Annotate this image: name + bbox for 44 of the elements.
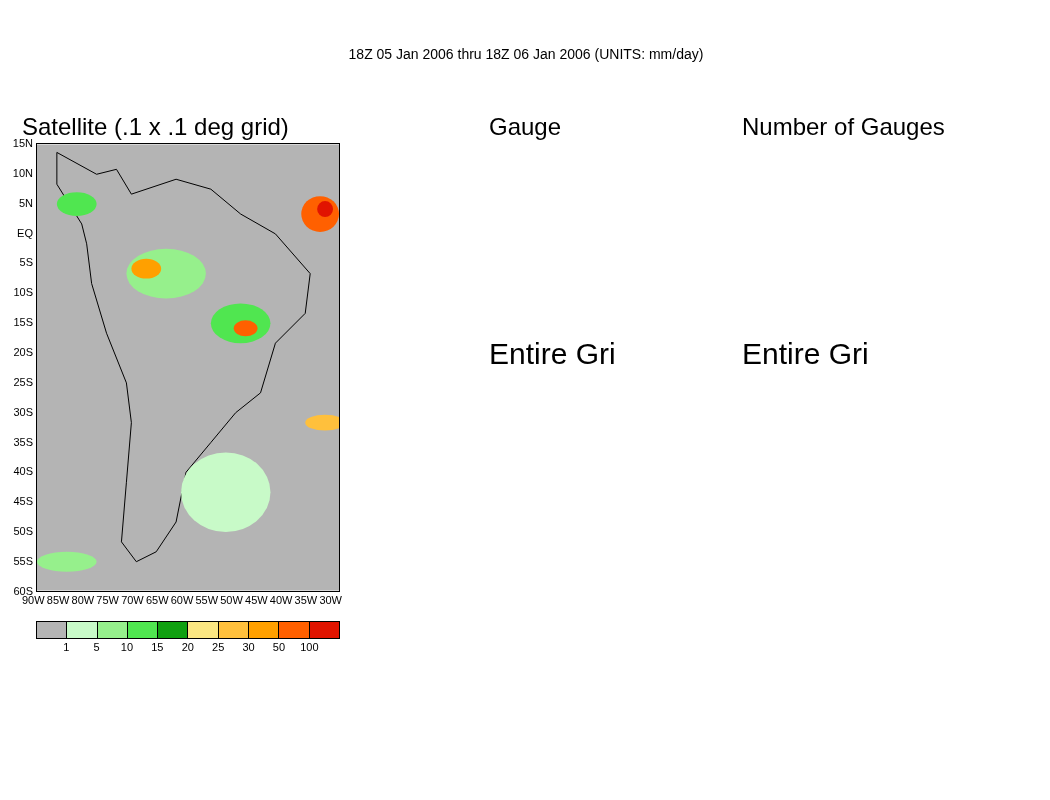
longitude-label: 50W	[220, 594, 243, 606]
longitude-label: 40W	[269, 594, 293, 606]
longitude-label: 35W	[294, 594, 318, 606]
longitude-label: 55W	[195, 594, 219, 606]
longitude-label: 85W	[46, 594, 70, 606]
panel-title: Gauge	[489, 115, 563, 139]
latitude-label: 40S	[13, 465, 33, 478]
latitude-label: 45S	[13, 495, 33, 508]
latitude-label: 15S	[13, 316, 33, 329]
latitude-label: 35S	[13, 435, 33, 448]
longitude-label: 70W	[121, 594, 144, 606]
longitude-label: 90W	[22, 594, 45, 606]
longitude-label: 60W	[170, 594, 194, 606]
panel-title: Satellite (.1 x .1 deg grid)	[22, 115, 290, 139]
longitude-label: 80W	[71, 594, 95, 606]
latitude-label: 15N	[12, 137, 33, 149]
panel-message: Entire Gri	[489, 339, 617, 369]
legend-label: 50	[271, 641, 287, 653]
legend-label: 10	[119, 641, 135, 653]
latitude-label: 20S	[13, 346, 33, 358]
panel-message: Entire Gri	[742, 339, 870, 369]
plot-title: 18Z 05 Jan 2006 thru 18Z 06 Jan 2006 (UNITS: mm/day)	[347, 45, 705, 64]
latitude-label: 10N	[12, 166, 33, 179]
latitude-label: 55S	[13, 555, 33, 568]
latitude-label: 25S	[13, 375, 33, 388]
legend-label: 30	[241, 641, 256, 653]
legend-label: 20	[180, 641, 195, 653]
latitude-label: 50S	[13, 525, 33, 538]
latitude-label: 5S	[19, 256, 33, 269]
longitude-label: 30W	[319, 594, 342, 606]
longitude-label: 65W	[145, 594, 169, 606]
latitude-label: 10S	[13, 286, 33, 299]
latitude-label: 60S	[13, 584, 33, 597]
latitude-label: 30S	[13, 405, 33, 418]
latitude-label: 5N	[18, 196, 33, 209]
longitude-label: 75W	[96, 594, 119, 606]
panel-title: Number of Gauges	[742, 115, 946, 139]
latitude-label: EQ	[17, 226, 33, 239]
legend-label: 15	[150, 641, 165, 653]
legend-label: 100	[299, 641, 320, 653]
longitude-label: 45W	[245, 594, 268, 606]
legend-label: 25	[211, 641, 226, 653]
legend-label: 1	[62, 641, 71, 653]
legend-label: 5	[92, 641, 101, 653]
